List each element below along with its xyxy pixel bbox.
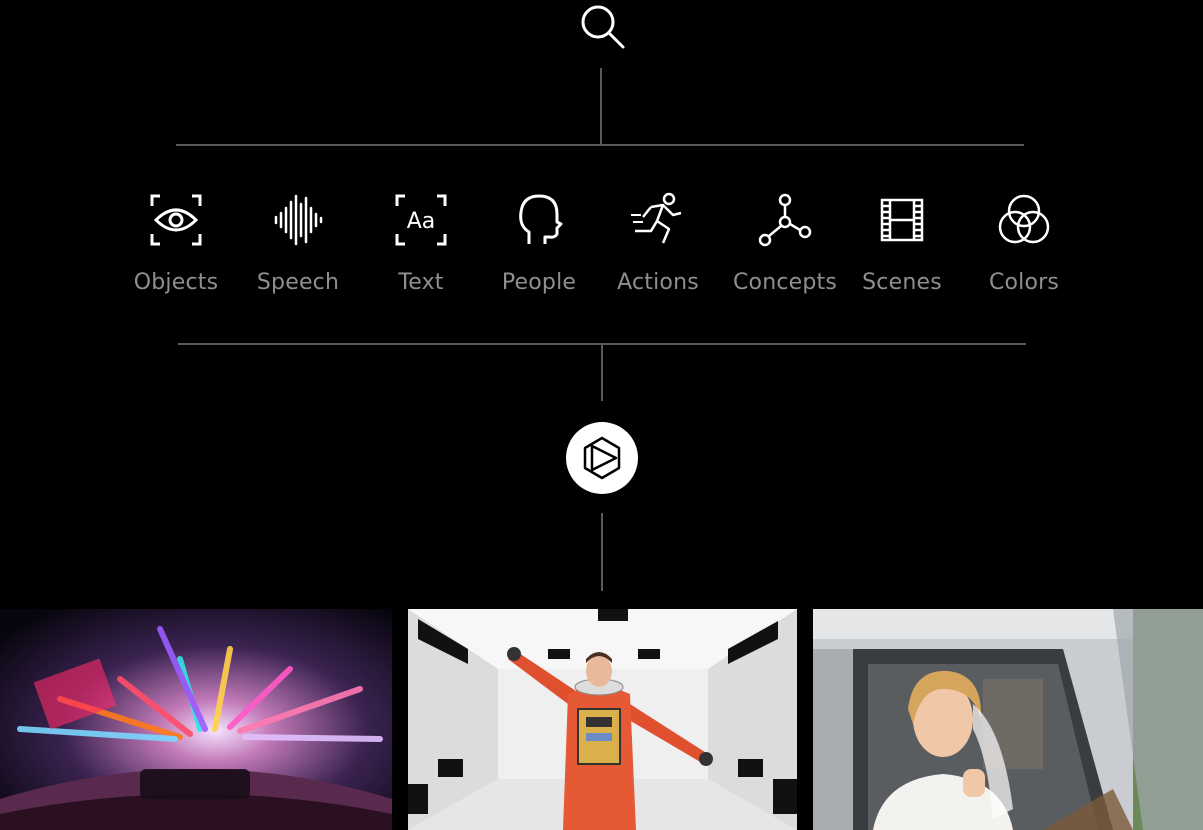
search-categories-diagram: Objects Speech Aa Text People Actions Co… <box>0 0 1203 830</box>
category-label: Colors <box>988 270 1060 295</box>
neon-city-image <box>0 609 392 830</box>
category-label: Actions <box>617 270 699 295</box>
category-colors[interactable]: Colors <box>964 188 1084 303</box>
astronaut-image <box>408 609 797 830</box>
connector-search <box>600 68 602 146</box>
thumbnail-neon-city[interactable] <box>0 609 392 830</box>
category-label: Text <box>398 270 444 295</box>
eye-icon <box>150 194 202 246</box>
category-concepts[interactable]: Concepts <box>725 188 845 303</box>
thumbnail-bride-car[interactable] <box>813 609 1203 830</box>
logo-button[interactable] <box>566 422 638 494</box>
text-aa-icon: Aa <box>395 194 447 246</box>
svg-text:Aa: Aa <box>407 209 436 234</box>
category-scenes[interactable]: Scenes <box>842 188 962 303</box>
head-profile-icon <box>519 194 563 244</box>
category-people[interactable]: People <box>479 188 599 303</box>
divider-top <box>176 144 1024 146</box>
category-actions[interactable]: Actions <box>598 188 718 303</box>
search-icon <box>581 5 625 49</box>
search-button[interactable] <box>572 0 632 56</box>
running-person-icon <box>631 192 682 244</box>
category-label: Scenes <box>862 270 942 295</box>
category-text[interactable]: Aa Text <box>361 188 481 303</box>
thumbnail-astronaut[interactable] <box>408 609 797 830</box>
category-label: Objects <box>133 270 219 295</box>
category-objects[interactable]: Objects <box>116 188 236 303</box>
film-strip-icon <box>880 198 924 242</box>
waveform-icon <box>274 194 323 246</box>
node-graph-icon <box>758 193 812 247</box>
bride-car-image <box>813 609 1203 830</box>
connector-logo-bottom <box>601 513 603 591</box>
category-label: People <box>501 270 577 295</box>
category-label: Concepts <box>732 270 838 295</box>
color-circles-icon <box>998 194 1050 244</box>
category-label: Speech <box>256 270 340 295</box>
play-hexagon-logo-icon <box>583 436 621 480</box>
category-speech[interactable]: Speech <box>238 188 358 303</box>
connector-logo-top <box>601 345 603 401</box>
